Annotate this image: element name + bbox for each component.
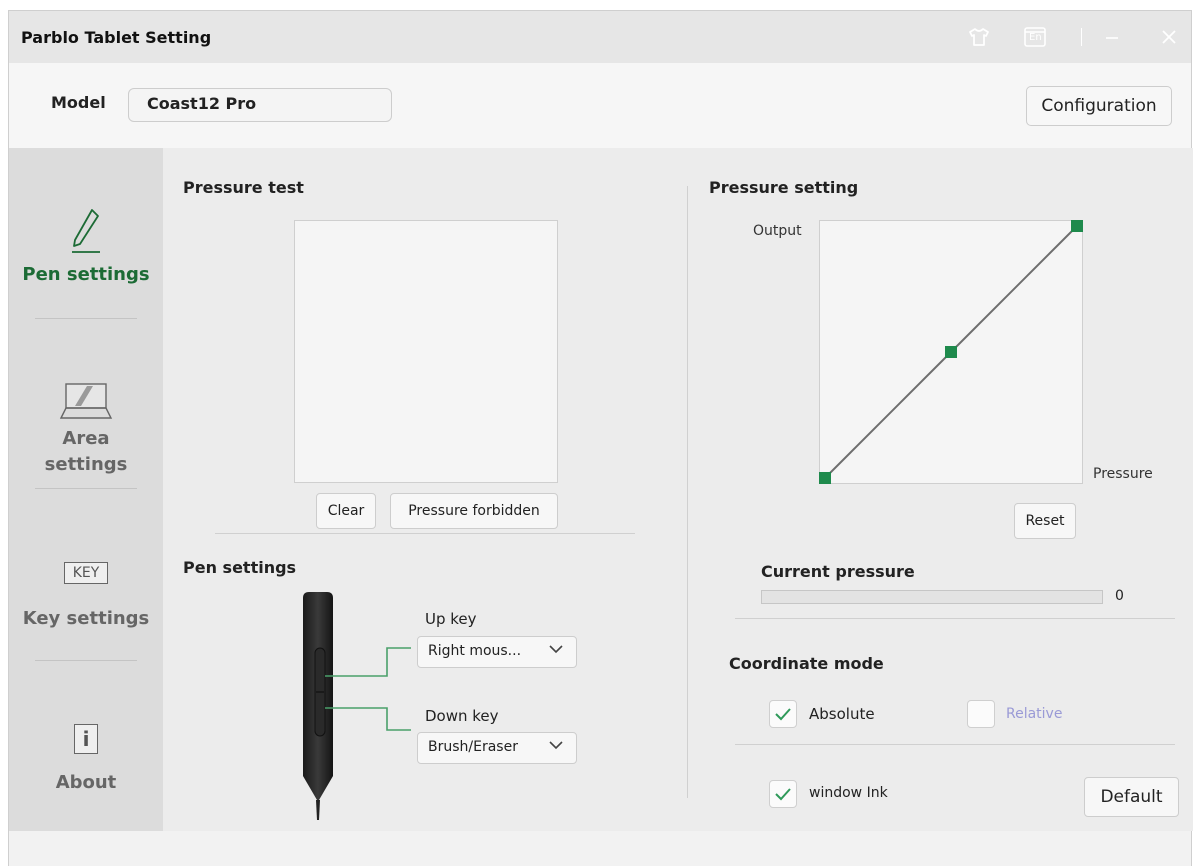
up-key-value: Right mous... (428, 643, 522, 659)
tablet-area-icon (9, 380, 163, 426)
windows-ink-checkbox[interactable] (769, 780, 797, 808)
pressure-axis-label: Pressure (1093, 466, 1153, 482)
windows-ink-label: window Ink (809, 785, 888, 801)
key-badge: KEY (63, 562, 109, 584)
sidebar-divider (35, 488, 137, 489)
down-key-value: Brush/Eraser (428, 739, 518, 755)
configuration-button[interactable]: Configuration (1026, 86, 1172, 126)
model-label: Model (51, 93, 106, 112)
chevron-down-icon (549, 741, 563, 750)
pen-icon (9, 206, 163, 262)
main-panel: Pressure test Clear Pressure forbidden P… (163, 148, 1193, 831)
pressure-test-canvas[interactable] (294, 220, 558, 483)
down-key-select[interactable]: Brush/Eraser (417, 732, 577, 764)
relative-checkbox[interactable] (967, 700, 995, 728)
output-axis-label: Output (753, 223, 802, 239)
model-field[interactable]: Coast12 Pro (128, 88, 392, 122)
pen-settings-title: Pen settings (183, 558, 297, 577)
current-pressure-bar (761, 590, 1103, 604)
title-bar: Parblo Tablet Setting En (9, 11, 1191, 63)
clear-button[interactable]: Clear (316, 493, 376, 529)
coordinate-mode-title: Coordinate mode (729, 654, 884, 673)
status-bar (9, 831, 1191, 866)
sidebar: Pen settings Area settings KEY Key setti… (9, 148, 163, 831)
absolute-checkbox[interactable] (769, 700, 797, 728)
up-key-select[interactable]: Right mous... (417, 636, 577, 668)
reset-button[interactable]: Reset (1014, 503, 1076, 539)
info-icon: i (9, 724, 163, 770)
sidebar-item-label: Key settings (22, 608, 150, 629)
language-badge: En (1029, 32, 1042, 43)
relative-label: Relative (1006, 706, 1063, 722)
language-icon[interactable]: En (1023, 25, 1047, 49)
current-pressure-value: 0 (1115, 588, 1124, 604)
info-badge: i (74, 724, 98, 754)
check-icon (775, 708, 791, 721)
skin-icon[interactable] (967, 25, 991, 49)
sidebar-item-pen-settings[interactable]: Pen settings (9, 206, 163, 288)
sidebar-divider (35, 318, 137, 319)
app-window: Parblo Tablet Setting En Model Coast12 P… (8, 10, 1193, 866)
absolute-label: Absolute (809, 705, 875, 723)
window-title: Parblo Tablet Setting (21, 28, 212, 47)
curve-control-point-1[interactable] (945, 346, 957, 358)
current-pressure-title: Current pressure (761, 562, 915, 581)
section-divider (735, 618, 1175, 619)
sidebar-item-label: Pen settings (22, 264, 150, 285)
pressure-setting-title: Pressure setting (709, 178, 859, 197)
up-key-label: Up key (425, 610, 477, 628)
sidebar-item-label: Area (62, 428, 110, 449)
curve-control-point-2[interactable] (1071, 220, 1083, 232)
curve-control-point-0[interactable] (819, 472, 831, 484)
close-icon[interactable] (1157, 25, 1181, 49)
column-divider (687, 186, 688, 798)
default-button[interactable]: Default (1084, 777, 1179, 817)
model-row: Model Coast12 Pro Configuration (9, 63, 1191, 148)
sidebar-divider (35, 660, 137, 661)
minimize-icon[interactable] (1100, 25, 1124, 49)
key-icon: KEY (9, 562, 163, 606)
sidebar-item-label: settings (44, 454, 128, 475)
sidebar-item-area-settings[interactable]: Area settings (9, 380, 163, 478)
pressure-test-title: Pressure test (183, 178, 304, 197)
pressure-curve-chart[interactable] (819, 220, 1083, 484)
chevron-down-icon (549, 645, 563, 654)
sidebar-item-key-settings[interactable]: KEY Key settings (9, 562, 163, 632)
title-separator (1081, 28, 1082, 46)
section-divider (215, 533, 635, 534)
sidebar-item-label: About (55, 772, 117, 793)
pressure-forbidden-button[interactable]: Pressure forbidden (390, 493, 558, 529)
check-icon (775, 788, 791, 801)
sidebar-item-about[interactable]: i About (9, 724, 163, 796)
section-divider (735, 744, 1175, 745)
down-key-label: Down key (425, 707, 499, 725)
